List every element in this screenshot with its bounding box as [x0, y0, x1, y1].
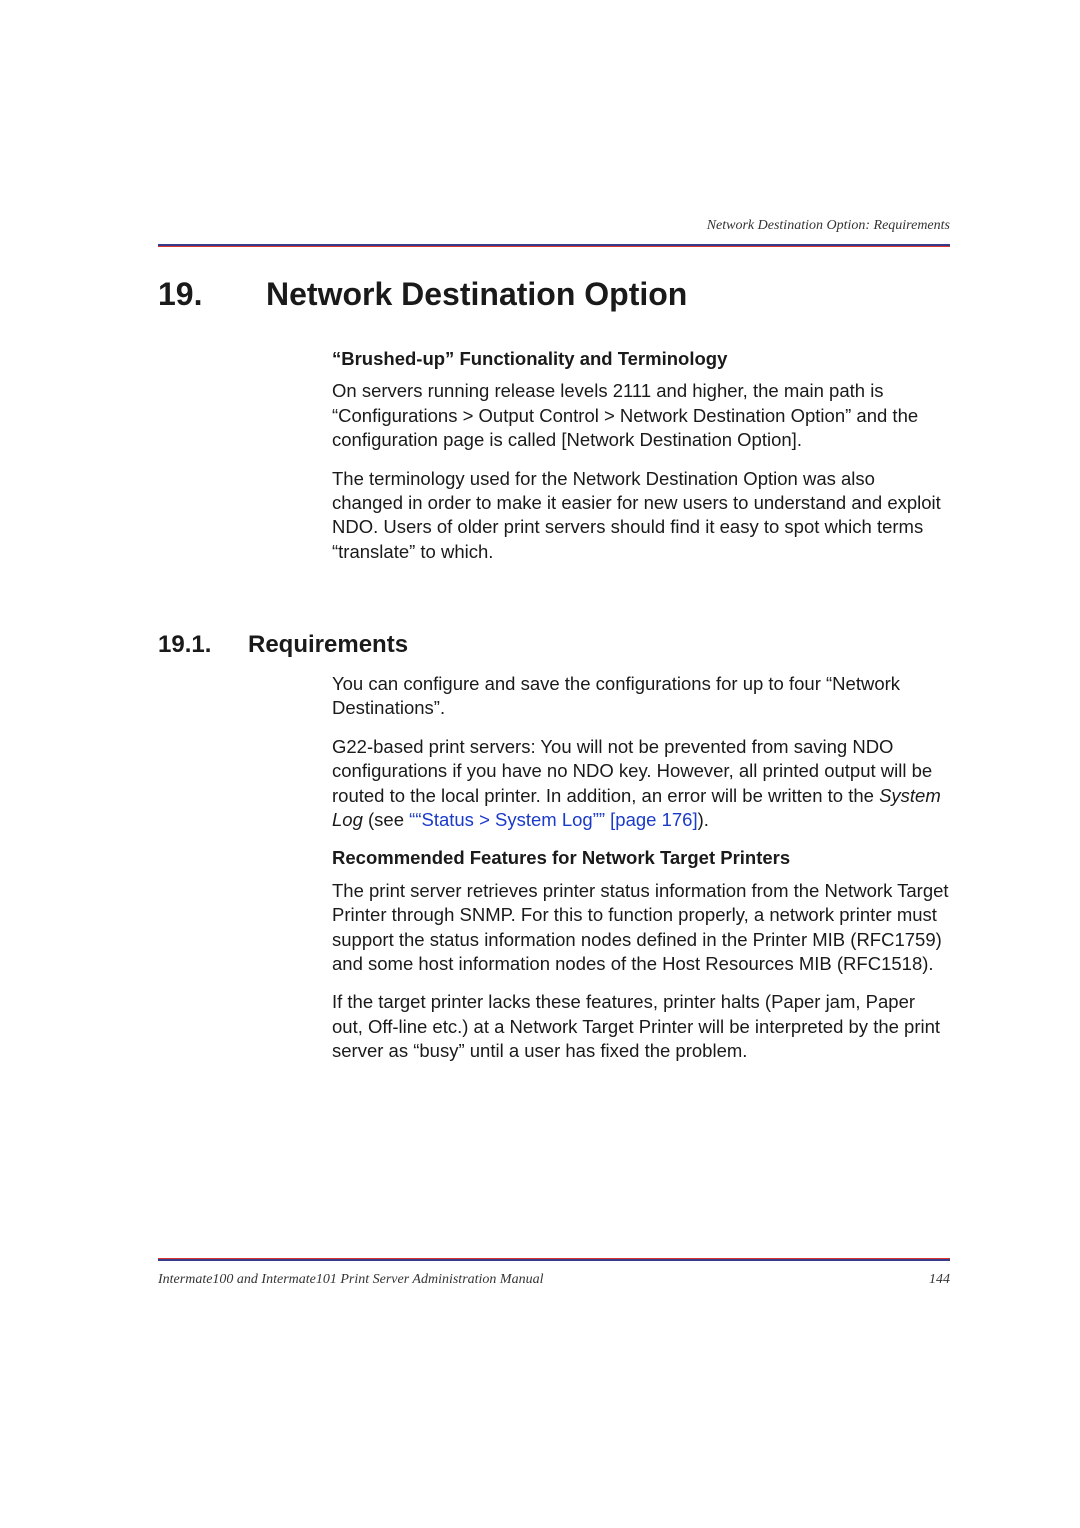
intro-subhead: “Brushed-up” Functionality and Terminolo…: [332, 347, 950, 371]
top-rule: [158, 244, 950, 247]
section-number: 19.1.: [158, 631, 248, 659]
bottom-rule: [158, 1258, 950, 1261]
para2-mid: (see: [363, 809, 409, 830]
para2-pre: G22-based print servers: You will not be…: [332, 736, 932, 806]
section-heading: 19.1.Requirements: [158, 631, 408, 659]
system-log-link[interactable]: ““Status > System Log”” [page 176]: [409, 809, 697, 830]
section-para-4: If the target printer lacks these featur…: [332, 990, 950, 1063]
chapter-heading: 19.Network Destination Option: [158, 276, 687, 313]
footer-page-number: 144: [929, 1272, 950, 1288]
chapter-number: 19.: [158, 276, 266, 313]
footer-left: Intermate100 and Intermate101 Print Serv…: [158, 1272, 543, 1288]
section-para-1: You can configure and save the configura…: [332, 672, 950, 721]
para2-end: ).: [698, 809, 709, 830]
intro-para-2: The terminology used for the Network Des…: [332, 467, 950, 565]
section-para-3: The print server retrieves printer statu…: [332, 879, 950, 977]
section-para-2: G22-based print servers: You will not be…: [332, 735, 950, 833]
section-subhead-2: Recommended Features for Network Target …: [332, 846, 950, 870]
running-header: Network Destination Option: Requirements: [707, 218, 950, 234]
intro-block: “Brushed-up” Functionality and Terminolo…: [332, 347, 950, 578]
section-title: Requirements: [248, 631, 408, 658]
intro-para-1: On servers running release levels 2111 a…: [332, 379, 950, 452]
chapter-title: Network Destination Option: [266, 276, 687, 312]
section-body: You can configure and save the configura…: [332, 672, 950, 1078]
